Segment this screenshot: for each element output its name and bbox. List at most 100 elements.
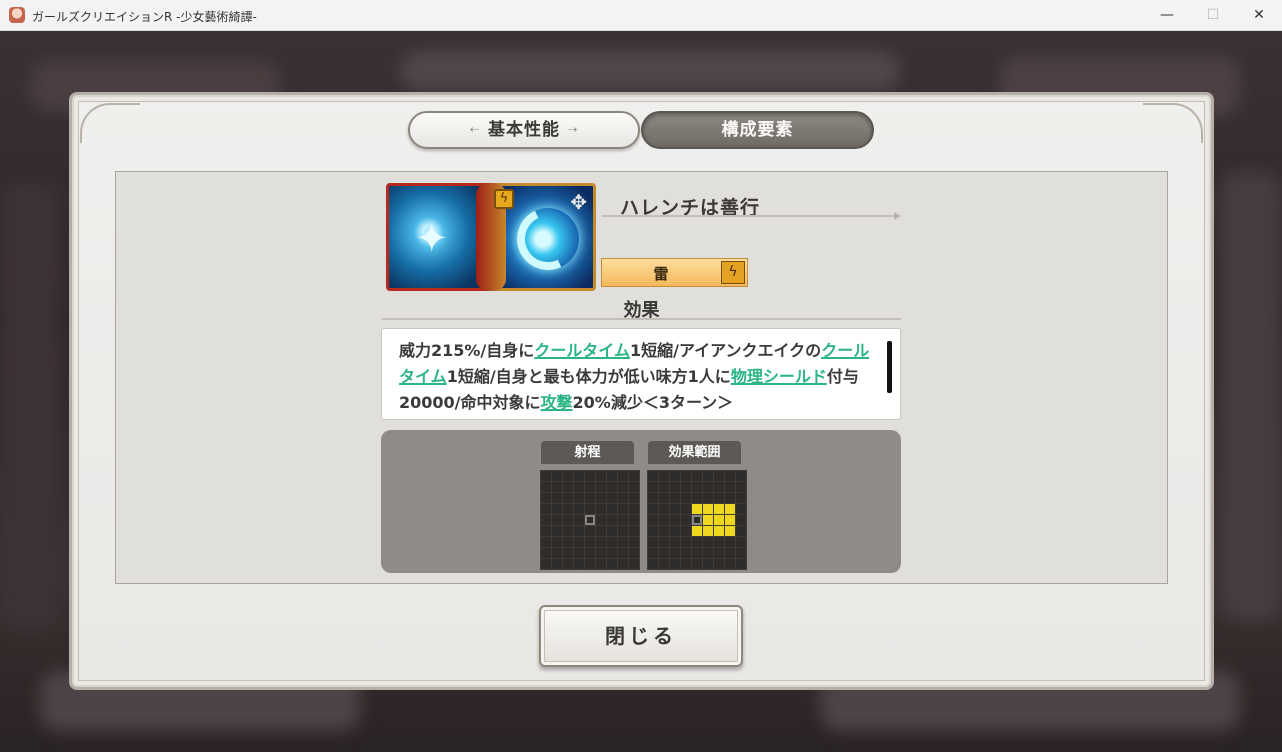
effect-text-box[interactable]: 威力215%/自身にクールタイム1短縮/アイアンクエイクのクールタイム1短縮/自… [381,328,901,420]
grid-cell [607,482,617,492]
grid-cell [714,537,724,547]
divider [602,212,900,220]
divider [382,318,901,320]
grid-cell [670,559,680,569]
grid-cell [659,504,669,514]
grid-cell [552,559,562,569]
grid-cell [541,471,551,481]
sparkle-icon: ✦ [415,216,449,262]
grid-cell [585,471,595,481]
range-panel: 射程 効果範囲 [381,430,901,573]
grid-cell [725,482,735,492]
grid-cell [703,537,713,547]
scrollbar[interactable] [887,341,892,393]
grid-cell [659,526,669,536]
grid-cell [736,537,746,547]
grid-cell [659,482,669,492]
grid-cell [574,526,584,536]
grid-cell [552,548,562,558]
grid-cell [574,493,584,503]
grid-cell [596,482,606,492]
grid-cell [596,537,606,547]
grid-cell [607,515,617,525]
grid-cell [681,548,691,558]
attribute-label: 雷 [653,265,669,283]
grid-cell [648,559,658,569]
grid-cell [618,559,628,569]
grid-cell [659,515,669,525]
effect-description: 威力215%/自身にクールタイム1短縮/アイアンクエイクのクールタイム1短縮/自… [399,338,879,416]
keyword-link[interactable]: 攻撃 [541,393,573,412]
grid-cell [703,471,713,481]
grid-cell [670,515,680,525]
grid-cell [596,548,606,558]
grid-cell [681,504,691,514]
grid-cell [596,526,606,536]
grid-cell [585,526,595,536]
grid-cell [648,537,658,547]
grid-cell [629,548,639,558]
maximize-button[interactable]: ☐ [1190,4,1236,26]
grid-cell [585,504,595,514]
grid-cell [736,504,746,514]
grid-cell [714,482,724,492]
grid-cell [596,493,606,503]
grid-cell [725,493,735,503]
keyword-link[interactable]: クールタイム [534,341,630,360]
close-window-button[interactable]: ✕ [1236,4,1282,26]
grid-cell [563,515,573,525]
grid-active-cell [703,526,713,536]
keyword-link[interactable]: 物理シールド [731,367,827,386]
attribute-badge: 雷 ϟ [601,258,748,287]
grid-cell [618,515,628,525]
grid-cell [541,493,551,503]
grid-cell [618,537,628,547]
grid-cell [670,537,680,547]
grid-cell [552,504,562,514]
grid-cell [618,548,628,558]
grid-active-cell [692,504,702,514]
grid-cell [574,504,584,514]
grid-cell [552,471,562,481]
area-grid [647,470,747,570]
grid-cell [714,493,724,503]
grid-cell [648,493,658,503]
window-titlebar: ガールズクリエイションR -少女藝術綺譚- — ☐ ✕ [0,0,1282,31]
grid-cell [670,504,680,514]
close-button[interactable]: 閉じる [539,605,743,667]
grid-cell [596,471,606,481]
grid-origin-cell [585,515,595,525]
grid-cell [541,548,551,558]
grid-cell [670,482,680,492]
grid-cell [629,559,639,569]
tab-composition[interactable]: 構成要素 [641,111,874,149]
lightning-icon: ϟ [721,261,745,284]
grid-cell [659,537,669,547]
grid-cell [585,548,595,558]
grid-active-cell [703,504,713,514]
minimize-button[interactable]: — [1144,4,1190,26]
crest-icon: ✥ [570,190,587,214]
grid-cell [703,482,713,492]
grid-cell [563,471,573,481]
grid-cell [552,493,562,503]
grid-cell [585,493,595,503]
grid-cell [563,537,573,547]
grid-cell [692,537,702,547]
grid-cell [648,504,658,514]
grid-cell [648,548,658,558]
grid-cell [648,482,658,492]
effect-text-segment: 威力215%/自身に [399,341,535,360]
grid-cell [607,526,617,536]
grid-cell [585,482,595,492]
grid-cell [563,482,573,492]
grid-cell [681,482,691,492]
grid-cell [585,537,595,547]
tab-basic-performance[interactable]: ⇠ 基本性能 ⇢ [408,111,640,149]
grid-active-cell [692,526,702,536]
grid-cell [736,515,746,525]
grid-cell [607,559,617,569]
range-grid [540,470,640,570]
grid-cell [618,504,628,514]
grid-cell [692,471,702,481]
